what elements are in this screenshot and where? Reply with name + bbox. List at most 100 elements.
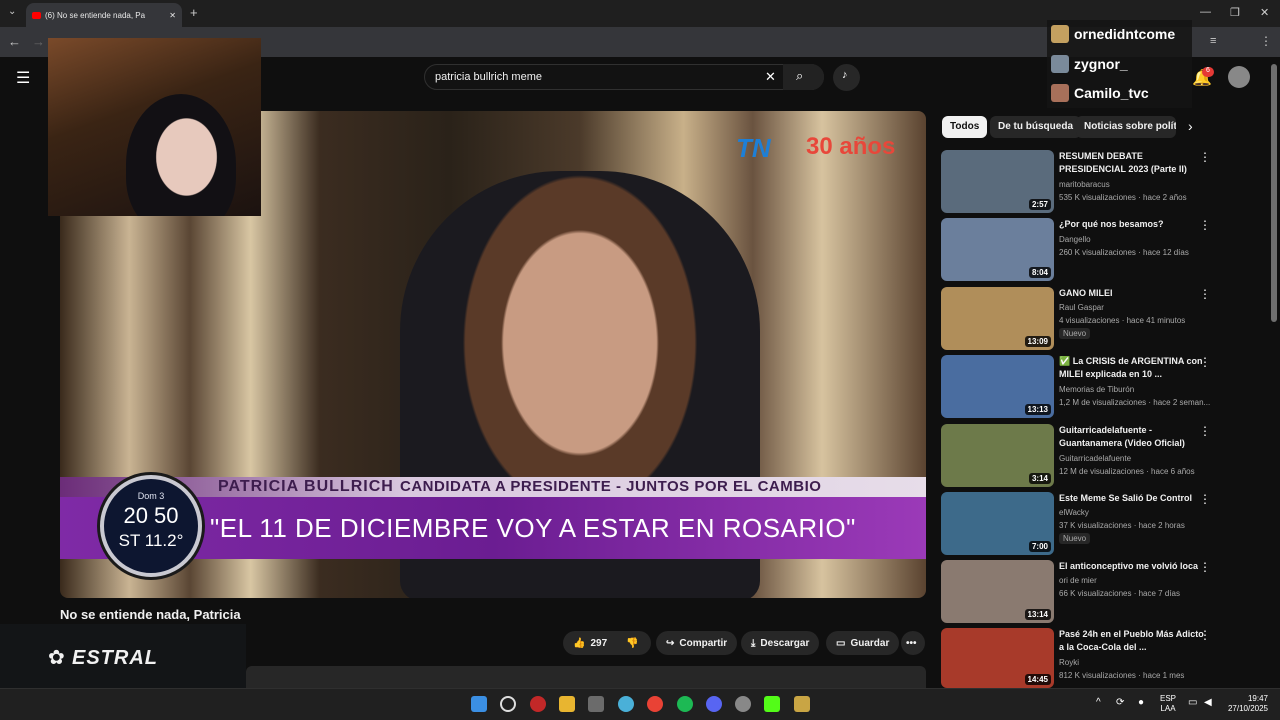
save-button[interactable]: ▭ Guardar (826, 631, 900, 655)
video-title[interactable]: Este Meme Se Salió De Control (1059, 492, 1209, 505)
channel-name[interactable]: ori de mier (1059, 576, 1097, 585)
tray-chevron-icon[interactable]: ^ (1096, 697, 1101, 708)
maximize-button[interactable]: ❐ (1230, 6, 1240, 19)
app-icon[interactable] (588, 696, 604, 712)
more-actions-button[interactable]: ••• (901, 631, 925, 655)
channel-name[interactable]: Guitarricadelafuente (1059, 454, 1131, 463)
video-meta: 4 visualizaciones · hace 41 minutos (1059, 316, 1186, 325)
chip-politics-news[interactable]: Noticias sobre política (1076, 116, 1176, 138)
start-menu-icon[interactable] (471, 696, 487, 712)
recommendation-item[interactable]: 7:00 Este Meme Se Salió De Control elWac… (941, 492, 1216, 556)
clock[interactable]: 19:47 27/10/2025 (1222, 694, 1268, 714)
discord-icon[interactable] (706, 696, 722, 712)
video-title[interactable]: Pasé 24h en el Pueblo Más Adicto a la Co… (1059, 628, 1209, 654)
forward-arrow-icon[interactable]: → (32, 34, 45, 49)
search-input[interactable]: patricia bullrich meme (435, 71, 542, 83)
recommendation-item[interactable]: 13:09 GANO MILEI Raul Gaspar 4 visualiza… (941, 287, 1216, 351)
video-thumbnail[interactable]: 7:00 (941, 492, 1054, 555)
tv-clock: Dom 3 20 50 ST 11.2° (100, 475, 202, 577)
browser-tab[interactable]: (6) No se entiende nada, Pa ✕ (26, 3, 182, 27)
video-title[interactable]: Guitarricadelafuente - Guantanamera (Vid… (1059, 424, 1209, 450)
chip-from-search[interactable]: De tu búsqueda (990, 116, 1082, 138)
app-icon[interactable] (794, 696, 810, 712)
search-button[interactable]: ⌕ (783, 64, 824, 90)
video-title[interactable]: GANO MILEI (1059, 287, 1209, 300)
recommendation-item[interactable]: 14:45 Pasé 24h en el Pueblo Más Adicto a… (941, 628, 1216, 688)
tab-close-icon[interactable]: ✕ (169, 11, 176, 20)
video-thumbnail[interactable]: 13:14 (941, 560, 1054, 623)
hamburger-menu-icon[interactable]: ☰ (16, 68, 30, 88)
search-box[interactable]: patricia bullrich meme ✕ (424, 64, 824, 90)
recommendation-item[interactable]: 13:13 ✅ La CRISIS de ARGENTINA con MILEI… (941, 355, 1216, 419)
app-icon[interactable] (530, 696, 546, 712)
video-title[interactable]: ✅ La CRISIS de ARGENTINA con MILEI expli… (1059, 355, 1209, 381)
chip-all[interactable]: Todos (942, 116, 988, 138)
recommendation-item[interactable]: 3:14 Guitarricadelafuente - Guantanamera… (941, 424, 1216, 488)
video-title[interactable]: RESUMEN DEBATE PRESIDENCIAL 2023 (Parte … (1059, 150, 1209, 176)
channel-name[interactable]: elWacky (1059, 508, 1089, 517)
search-taskbar-icon[interactable] (500, 696, 516, 712)
volume-icon[interactable]: ◀ (1204, 697, 1212, 708)
chips-next-chevron-icon[interactable]: › (1188, 118, 1193, 134)
recommendation-item[interactable]: 2:57 RESUMEN DEBATE PRESIDENCIAL 2023 (P… (941, 150, 1216, 214)
browser-menu-icon[interactable]: ⋮ (1260, 34, 1272, 48)
clock-temperature: ST 11.2° (118, 531, 184, 550)
more-options-icon[interactable]: ⋮ (1199, 628, 1211, 642)
page-scrollbar[interactable] (1271, 64, 1277, 322)
kick-icon[interactable] (764, 696, 780, 712)
voice-search-button[interactable]: ♪ (833, 64, 860, 91)
channel-name[interactable]: Raul Gaspar (1059, 303, 1104, 312)
duration-badge: 13:14 (1024, 609, 1051, 620)
account-avatar[interactable] (1228, 66, 1250, 88)
spotify-icon[interactable] (677, 696, 693, 712)
recommendation-item[interactable]: 8:04 ¿Por qué nos besamos? Dangello 260 … (941, 218, 1216, 282)
chrome-icon[interactable] (647, 696, 663, 712)
more-options-icon[interactable]: ⋮ (1199, 492, 1211, 506)
video-title[interactable]: El anticonceptivo me volvió loca (1059, 560, 1209, 573)
gift-icon (1051, 84, 1069, 102)
queue-icon[interactable]: ≡ (1210, 35, 1216, 47)
video-thumbnail[interactable]: 13:13 (941, 355, 1054, 418)
like-icon[interactable]: 👍 (573, 638, 585, 649)
like-count[interactable]: 297 (590, 638, 607, 649)
video-thumbnail[interactable]: 3:14 (941, 424, 1054, 487)
channel-name[interactable]: Dangello (1059, 235, 1091, 244)
more-options-icon[interactable]: ⋮ (1199, 560, 1211, 574)
share-button[interactable]: ↪ Compartir (656, 631, 738, 655)
tab-list-icon[interactable]: ⌄ (8, 6, 16, 17)
more-options-icon[interactable]: ⋮ (1199, 150, 1211, 164)
video-thumbnail[interactable]: 2:57 (941, 150, 1054, 213)
recommendation-item[interactable]: 13:14 El anticonceptivo me volvió loca o… (941, 560, 1216, 624)
channel-name[interactable]: maritobaracus (1059, 180, 1110, 189)
tray-mic-icon[interactable]: ● (1138, 697, 1144, 708)
video-thumbnail[interactable]: 8:04 (941, 218, 1054, 281)
video-meta: 12 M de visualizaciones · hace 6 años (1059, 467, 1195, 476)
more-options-icon[interactable]: ⋮ (1199, 355, 1211, 369)
network-icon[interactable]: ▭ (1188, 697, 1197, 708)
more-options-icon[interactable]: ⋮ (1199, 424, 1211, 438)
file-explorer-icon[interactable] (559, 696, 575, 712)
duration-badge: 13:13 (1024, 404, 1051, 415)
gift-icon (1051, 25, 1069, 43)
minimize-button[interactable]: — (1200, 6, 1211, 18)
clock-time: 20 50 (123, 503, 179, 528)
app-icon[interactable] (618, 696, 634, 712)
channel-name[interactable]: Royki (1059, 658, 1079, 667)
video-thumbnail[interactable]: 13:09 (941, 287, 1054, 350)
language-indicator[interactable]: ESP LAA (1160, 694, 1176, 714)
download-button[interactable]: ⤓ Descargar (741, 631, 820, 655)
more-options-icon[interactable]: ⋮ (1199, 287, 1211, 301)
tray-app-icon[interactable]: ⟳ (1116, 697, 1124, 708)
description-box[interactable] (246, 666, 926, 688)
video-thumbnail[interactable]: 14:45 (941, 628, 1054, 688)
obs-icon[interactable] (735, 696, 751, 712)
dislike-icon[interactable]: 👎 (626, 638, 638, 649)
new-tab-button[interactable]: + (190, 5, 198, 20)
back-arrow-icon[interactable]: ← (8, 34, 21, 49)
clear-search-icon[interactable]: ✕ (765, 69, 776, 85)
channel-name[interactable]: Memorias de Tiburón (1059, 385, 1134, 394)
more-options-icon[interactable]: ⋮ (1199, 218, 1211, 232)
close-window-button[interactable]: ✕ (1260, 6, 1269, 19)
download-label: Descargar (760, 637, 810, 649)
video-title[interactable]: ¿Por qué nos besamos? (1059, 218, 1209, 231)
